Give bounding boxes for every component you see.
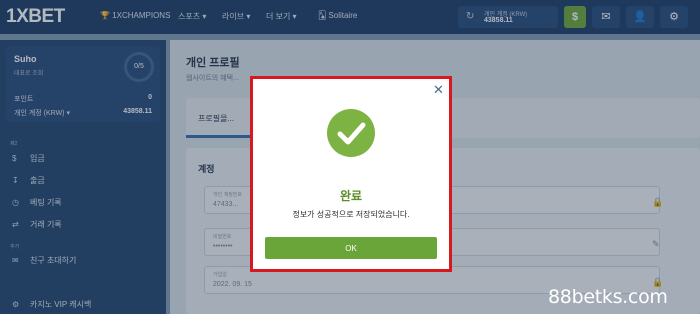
dialog-message: 정보가 성공적으로 저장되었습니다. — [292, 210, 410, 219]
watermark-text: 88betks.com — [548, 286, 668, 308]
success-check-icon — [327, 109, 375, 157]
close-icon[interactable]: ✕ — [433, 82, 444, 98]
success-dialog: ✕ 완료 정보가 성공적으로 저장되었습니다. OK — [250, 76, 452, 272]
dialog-title: 완료 — [339, 189, 363, 203]
ok-button[interactable]: OK — [265, 237, 437, 259]
